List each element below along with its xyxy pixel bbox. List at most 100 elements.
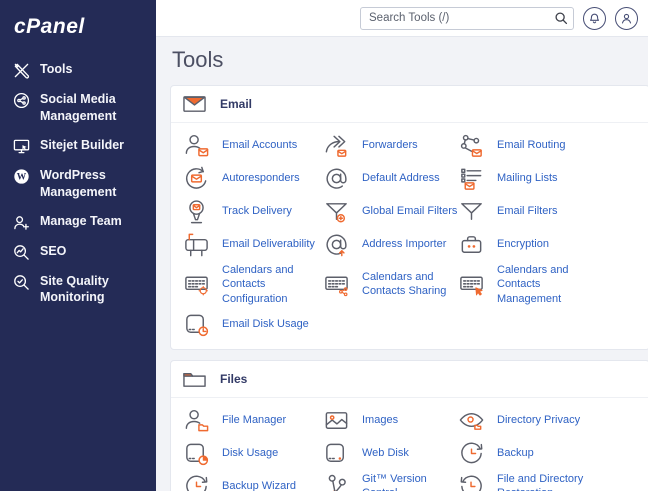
search-icon [554, 11, 568, 25]
git-version-control-icon [323, 473, 350, 491]
email-deliverability-icon [183, 231, 210, 258]
main-content: Tools EmailEmail AccountsForwardersEmail… [156, 37, 648, 491]
tool-link-email-disk-usage[interactable]: Email Disk Usage [183, 308, 323, 341]
calendars-contacts-management-icon [458, 271, 485, 298]
section-header-email: Email [171, 86, 648, 123]
tool-link-email-deliverability[interactable]: Email Deliverability [183, 228, 323, 261]
tool-link-label: Default Address [362, 171, 440, 185]
tool-link-label: Disk Usage [222, 446, 278, 460]
section-grid: Email AccountsForwardersEmail Routing Aut… [171, 123, 648, 349]
sidebar-item-wordpress-management[interactable]: WWordPress Management [0, 161, 156, 207]
sidebar-item-label: SEO [40, 243, 66, 260]
track-delivery-icon [183, 198, 210, 225]
tool-link-address-importer[interactable]: Address Importer [323, 228, 458, 261]
tool-link-label: Track Delivery [222, 204, 292, 218]
calendars-contacts-sharing-icon [323, 271, 350, 298]
search-input[interactable] [360, 7, 574, 30]
tool-link-calendars-and-contacts-configuration[interactable]: Calendars and Contacts Configuration [183, 261, 323, 308]
backup-wizard-icon [183, 473, 210, 491]
sidebar-item-site-quality-monitoring[interactable]: Site Quality Monitoring [0, 267, 156, 313]
sidebar-item-label: Manage Team [40, 213, 122, 230]
tool-link-label: Backup Wizard [222, 479, 296, 491]
mailing-lists-icon [458, 165, 485, 192]
site-quality-monitoring-icon [13, 274, 30, 291]
tool-link-label: Git™ Version Control [362, 472, 458, 491]
file-manager-icon [183, 407, 210, 434]
seo-icon [13, 244, 30, 261]
bell-icon [588, 12, 601, 25]
tool-link-label: Backup [497, 446, 534, 460]
sidebar-item-seo[interactable]: SEO [0, 237, 156, 267]
tool-link-disk-usage[interactable]: Disk Usage [183, 437, 323, 470]
tool-link-email-routing[interactable]: Email Routing [458, 129, 637, 162]
wordpress-icon: W [13, 168, 30, 185]
tool-link-git-version-control[interactable]: Git™ Version Control [323, 470, 458, 491]
tool-link-images[interactable]: Images [323, 404, 458, 437]
sidebar-item-label: Tools [40, 61, 72, 78]
email-accounts-icon [183, 132, 210, 159]
topbar [156, 0, 648, 37]
tool-link-backup[interactable]: Backup [458, 437, 637, 470]
tool-link-label: Mailing Lists [497, 171, 558, 185]
tool-link-label: Email Deliverability [222, 237, 315, 251]
directory-privacy-icon [458, 407, 485, 434]
tool-link-email-accounts[interactable]: Email Accounts [183, 129, 323, 162]
sidebar-item-social-media-management[interactable]: Social Media Management [0, 85, 156, 131]
tool-link-global-email-filters[interactable]: Global Email Filters [323, 195, 458, 228]
tool-link-backup-wizard[interactable]: Backup Wizard [183, 470, 323, 491]
section-card-files: FilesFile ManagerImagesDirectory Privacy… [170, 360, 648, 491]
sidebar: cPanel Tools Social Media Management Sitej… [0, 0, 156, 491]
tool-link-label: Directory Privacy [497, 413, 580, 427]
tool-link-autoresponders[interactable]: Autoresponders [183, 162, 323, 195]
page-title: Tools [172, 47, 648, 73]
tool-link-forwarders[interactable]: Forwarders [323, 129, 458, 162]
tool-link-web-disk[interactable]: Web Disk [323, 437, 458, 470]
sitejet-builder-icon [13, 138, 30, 155]
tool-link-encryption[interactable]: Encryption [458, 228, 637, 261]
sidebar-nav: Tools Social Media Management Sitejet Buil… [0, 55, 156, 312]
sidebar-item-manage-team[interactable]: Manage Team [0, 207, 156, 237]
tool-link-calendars-and-contacts-sharing[interactable]: Calendars and Contacts Sharing [323, 261, 458, 308]
forwarders-icon [323, 132, 350, 159]
tool-link-default-address[interactable]: Default Address [323, 162, 458, 195]
default-address-icon [323, 165, 350, 192]
notifications-button[interactable] [583, 7, 606, 30]
tool-link-label: Autoresponders [222, 171, 300, 185]
tool-link-mailing-lists[interactable]: Mailing Lists [458, 162, 637, 195]
tool-link-track-delivery[interactable]: Track Delivery [183, 195, 323, 228]
svg-text:W: W [17, 172, 27, 182]
social-media-icon [13, 92, 30, 109]
tool-link-calendars-and-contacts-management[interactable]: Calendars and Contacts Management [458, 261, 637, 308]
tool-link-label: Email Filters [497, 204, 558, 218]
email-filters-icon [458, 198, 485, 225]
email-section-icon [183, 95, 206, 113]
email-disk-usage-icon [183, 311, 210, 338]
tool-link-label: Web Disk [362, 446, 409, 460]
sidebar-item-label: Site Quality Monitoring [40, 273, 146, 307]
user-account-button[interactable] [615, 7, 638, 30]
tool-link-email-filters[interactable]: Email Filters [458, 195, 637, 228]
section-title: Email [220, 97, 252, 111]
tool-link-label: Calendars and Contacts Management [497, 263, 607, 306]
tool-link-directory-privacy[interactable]: Directory Privacy [458, 404, 637, 437]
tool-link-label: Images [362, 413, 398, 427]
sidebar-item-label: Sitejet Builder [40, 137, 124, 154]
encryption-icon [458, 231, 485, 258]
sidebar-item-tools[interactable]: Tools [0, 55, 156, 85]
tool-link-label: Calendars and Contacts Configuration [222, 263, 323, 306]
tool-link-label: File and Directory Restoration [497, 472, 607, 491]
tool-link-label: Encryption [497, 237, 549, 251]
cpanel-logo: cPanel [0, 0, 156, 55]
email-routing-icon [458, 132, 485, 159]
sidebar-item-sitejet-builder[interactable]: Sitejet Builder [0, 131, 156, 161]
disk-usage-icon [183, 440, 210, 467]
user-icon [620, 12, 633, 25]
tool-link-file-manager[interactable]: File Manager [183, 404, 323, 437]
sidebar-item-label: Social Media Management [40, 91, 146, 125]
manage-team-icon [13, 214, 30, 231]
section-card-email: Email Email AccountsForwardersEmail Routi… [170, 85, 648, 350]
tool-sections: Email Email AccountsForwardersEmail Routi… [170, 85, 648, 491]
files-section-icon [183, 370, 206, 388]
tool-link-file-and-directory-restoration[interactable]: File and Directory Restoration [458, 470, 637, 491]
file-and-directory-restoration-icon [458, 473, 485, 491]
